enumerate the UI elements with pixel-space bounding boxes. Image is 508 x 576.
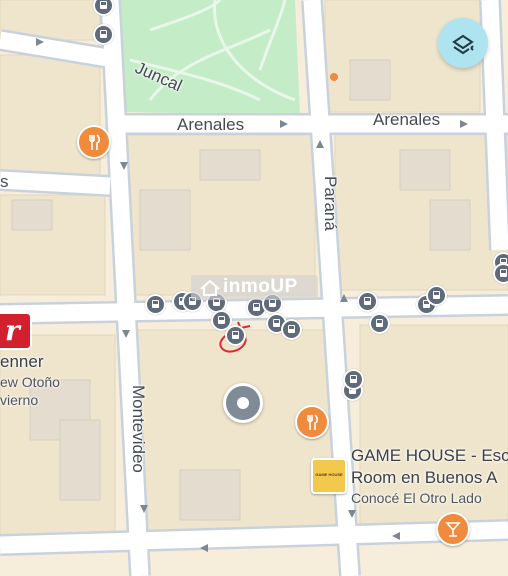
bus-stop-icon[interactable] [369, 313, 390, 334]
place-name-renner[interactable]: enner [0, 352, 43, 372]
map-view[interactable]: Juncal Arenales Arenales Paraná Montevid… [0, 0, 508, 576]
street-label-left-edge: s [0, 172, 9, 191]
gamehouse-logo[interactable]: GAME HOUSE [311, 458, 347, 494]
bus-stop-icon[interactable] [93, 0, 114, 16]
street-label-arenales-left: Arenales [177, 115, 245, 134]
bus-stop-icon[interactable] [357, 291, 378, 312]
house-icon [200, 279, 220, 296]
bar-icon[interactable] [436, 512, 470, 546]
layers-icon [452, 34, 474, 55]
restaurant-icon[interactable] [77, 125, 111, 159]
renner-logo[interactable]: r [0, 312, 32, 350]
bus-stop-icon[interactable] [493, 263, 508, 284]
location-pin-icon[interactable] [223, 383, 263, 423]
bus-stop-icon[interactable] [281, 319, 302, 340]
pin-center [237, 397, 249, 409]
fork-knife-icon [89, 134, 101, 150]
bus-stop-icon[interactable] [93, 24, 114, 45]
restaurant-icon[interactable] [295, 405, 329, 439]
cocktail-icon [445, 522, 461, 537]
bus-stop-icon[interactable] [343, 369, 364, 390]
bus-stop-icon[interactable] [145, 294, 166, 315]
place-desc-renner-line2: ew Otoño [0, 374, 60, 390]
place-desc-renner-line3: vierno [0, 392, 39, 408]
street-label-parana: Paraná [321, 176, 340, 231]
place-name-gamehouse-line1[interactable]: GAME HOUSE - Esc [351, 446, 508, 466]
layers-button[interactable] [438, 18, 488, 68]
street-label-montevideo: Montevideo [129, 385, 148, 473]
watermark: inmoUP [191, 275, 318, 300]
bus-stop-icon[interactable] [225, 325, 246, 346]
place-name-gamehouse-line2[interactable]: Room en Buenos A [351, 468, 497, 488]
fork-knife-icon [307, 414, 319, 430]
street-label-arenales-right: Arenales [373, 110, 441, 129]
bus-stop-icon[interactable] [426, 285, 447, 306]
place-tagline-gamehouse: Conocé El Otro Lado [351, 490, 482, 506]
